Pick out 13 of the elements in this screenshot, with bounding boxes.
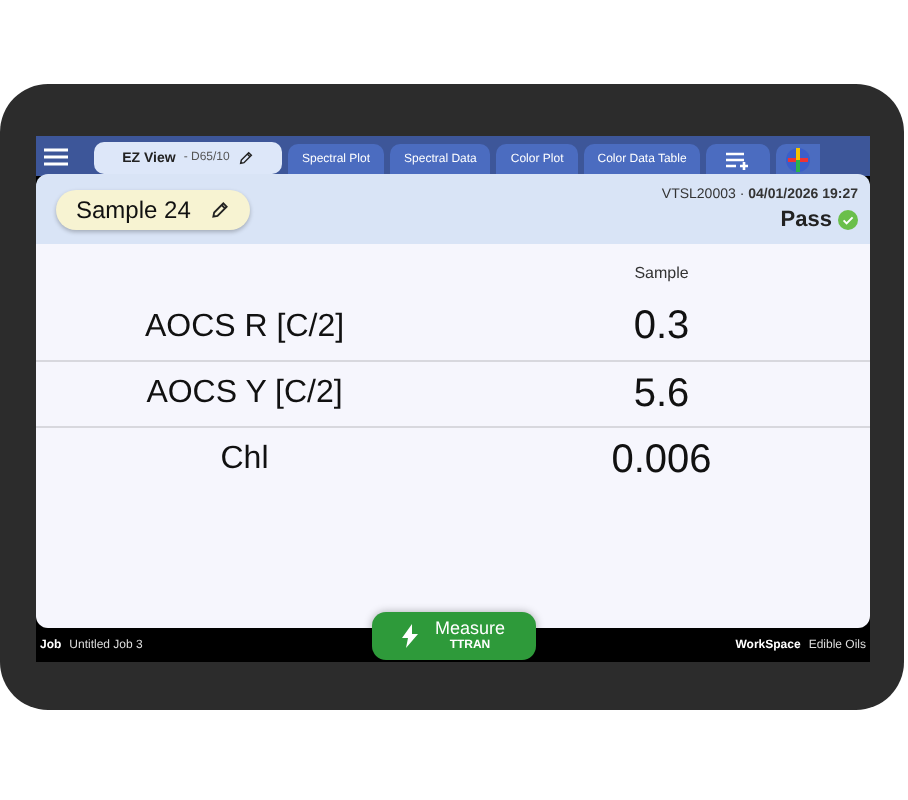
sample-name-button[interactable]: Sample 24 [56,189,251,229]
metric-value: 0.3 [633,304,690,350]
column-header: Sample [634,263,689,281]
metric-value: 5.6 [633,371,690,417]
metric-label: AOCS R [C/2] [144,309,345,345]
metric-value: 0.006 [611,437,712,483]
add-list-icon[interactable] [706,144,771,176]
status-text: Pass [780,207,832,231]
pencil-icon[interactable] [210,199,231,219]
pencil-icon[interactable] [237,150,254,166]
lightning-icon [402,624,419,648]
metric-label: Chl [220,442,269,478]
metric-label: AOCS Y [C/2] [146,376,343,412]
